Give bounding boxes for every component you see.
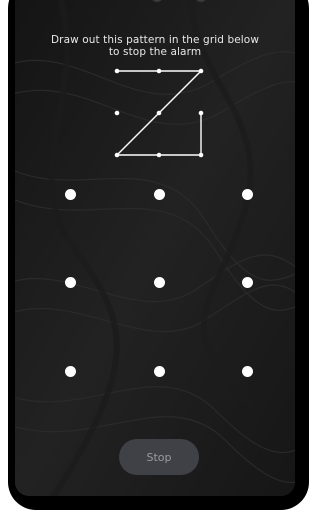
grid-dot[interactable] bbox=[64, 276, 76, 288]
pattern-node bbox=[114, 152, 120, 158]
stop-button-label: Stop bbox=[146, 450, 172, 464]
pattern-node bbox=[156, 110, 162, 116]
grid-dot[interactable] bbox=[153, 365, 165, 377]
pattern-node bbox=[114, 110, 120, 116]
grid-dot[interactable] bbox=[64, 365, 76, 377]
pattern-node bbox=[156, 152, 162, 158]
target-pattern-preview bbox=[114, 68, 204, 158]
pattern-node bbox=[198, 152, 204, 158]
pattern-node bbox=[156, 68, 162, 74]
grid-dot[interactable] bbox=[153, 276, 165, 288]
pattern-segment bbox=[158, 70, 202, 114]
grid-dot[interactable] bbox=[153, 188, 165, 200]
pattern-node bbox=[198, 68, 204, 74]
grid-dot[interactable] bbox=[241, 276, 253, 288]
grid-dot[interactable] bbox=[64, 188, 76, 200]
pattern-node bbox=[114, 68, 120, 74]
grid-dot[interactable] bbox=[241, 365, 253, 377]
alarm-screen: Draw out this pattern in the grid below … bbox=[15, 0, 295, 496]
grid-dot[interactable] bbox=[241, 188, 253, 200]
pattern-segment bbox=[116, 112, 160, 156]
stop-alarm-button[interactable]: Stop bbox=[119, 439, 199, 475]
pattern-node bbox=[198, 110, 204, 116]
